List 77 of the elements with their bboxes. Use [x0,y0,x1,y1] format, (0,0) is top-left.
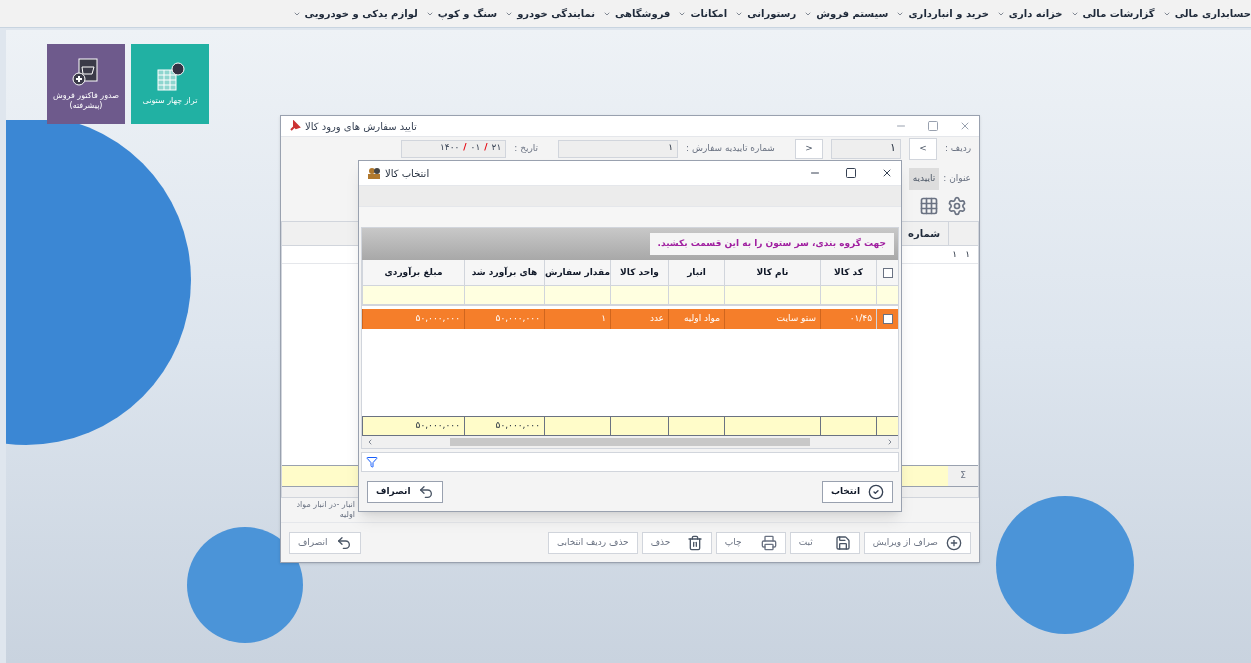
table-cell: ۵۰,۰۰۰,۰۰۰ [464,309,544,329]
filter-icon[interactable] [366,456,378,468]
column-header[interactable]: های برآورد شد [464,260,544,285]
next-button[interactable]: > [908,138,937,160]
sum-symbol: Σ [948,466,978,486]
dialog-button[interactable]: انصراف [367,480,444,503]
scroll-left-icon[interactable] [366,438,374,446]
horizontal-scrollbar[interactable] [362,436,898,448]
grid-search-icon[interactable] [919,196,939,216]
total-cell: ۵۰,۰۰۰,۰۰۰ [464,417,544,435]
field-label: ردیف : [944,142,971,156]
toolbar-button[interactable]: چاپ [715,531,786,554]
close-icon[interactable] [881,167,893,179]
checkbox[interactable] [882,267,893,278]
window-title: تایید سفارش های ورود کالا [305,119,417,134]
menu-item[interactable]: لوازم یدکی و خودرویی [304,6,418,21]
people-icon [367,167,381,179]
scrollbar-thumb[interactable] [450,438,810,446]
tile-label: تراز چهار ستونی [142,96,198,106]
table-cell: ۵۰,۰۰۰,۰۰۰ [362,309,464,329]
column-header[interactable]: شماره [900,226,948,241]
menu-item[interactable]: فروشگاهی [614,6,671,21]
table-cell-text: ۱ [965,247,970,261]
check-icon [868,483,884,500]
trash-icon [686,534,703,551]
dialog-title: انتخاب کالا [385,166,430,181]
field-label: تاریخ : [514,142,539,156]
menu-item[interactable]: رستورانی [747,6,797,21]
menu-item[interactable]: حسابداری مالی [1174,6,1251,21]
subject-field[interactable]: تاییدیه [908,168,940,190]
order-number-field[interactable]: ۱ [558,140,679,158]
save-icon [834,534,851,551]
column-header[interactable]: واحد کالا [610,260,668,285]
table-icon [155,62,185,92]
table-cell: ۰۱/۴۵ [820,309,876,329]
row-field[interactable]: ۱ [830,139,901,159]
dialog-button[interactable]: انتخاب [821,480,893,503]
table-cell: ستو سایت [724,309,820,329]
checkbox[interactable] [882,314,893,324]
tile-label: صدور فاکتور فروش (پیشرفته) [51,91,121,111]
menu-item[interactable]: خزانه داری [1008,6,1063,21]
toolbar-button[interactable]: حذف ردیف انتخابی [547,531,638,554]
menu-item[interactable]: نمایندگی خودرو [517,6,595,21]
menu-item[interactable]: گزارشات مالی [1082,6,1155,21]
table-cell-text: ۱ [952,247,958,261]
group-hint: جهت گروه بندی، سر ستون را به این قسمت بکشید. [649,233,894,255]
column-header[interactable]: نام کالا [724,260,820,285]
date-field[interactable]: ۲۱ / ۰۱ / ۱۴۰۰ [401,140,507,158]
total-cell: ۵۰,۰۰۰,۰۰۰ [362,417,464,435]
column-header[interactable]: مقدار سفارش [544,260,610,285]
menu-item[interactable]: خرید و انبارداری [908,6,989,21]
invoice-cart-icon [71,57,101,87]
print-icon [760,534,777,551]
app-tile[interactable]: صدور فاکتور فروش (پیشرفته) [47,44,125,124]
status-text: انبار -در انبار مواد اولیه [295,500,355,520]
column-header[interactable]: انبار [668,260,724,285]
maximize-icon[interactable] [845,167,857,179]
back-arrow-icon [418,483,435,500]
field-label: شماره تاییدیه سفارش : [686,142,775,156]
back-arrow-icon [335,534,352,551]
column-header[interactable]: مبلغ برآوردی [362,260,464,285]
column-header[interactable]: کد کالا [820,260,876,285]
toolbar-button[interactable]: صراف از ویرایش [863,531,971,554]
settings-icon[interactable] [947,196,967,216]
toolbar-button[interactable]: حذف [641,531,712,554]
menu-item[interactable]: سنگ و کوپ [437,6,498,21]
menu-item[interactable]: امکانات [690,6,728,21]
menu-item[interactable]: سیستم فروش [816,6,889,21]
table-cell: ۱ [544,309,610,329]
toolbar-button[interactable]: انصراف [289,531,361,554]
toolbar-button[interactable]: ثبت [789,531,860,554]
scroll-right-icon[interactable] [886,438,894,446]
table-cell: مواد اولیه [668,309,724,329]
plus-icon [946,534,962,551]
table-cell: عدد [610,309,668,329]
field-label: عنوان : [943,172,971,186]
prev-button[interactable]: < [794,139,823,159]
